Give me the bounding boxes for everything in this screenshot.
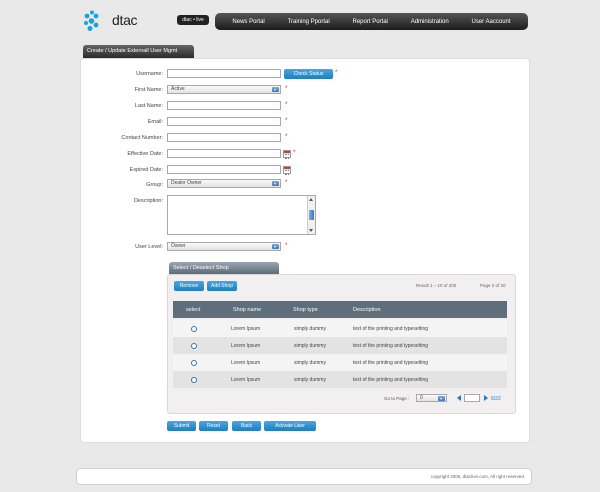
chevron-down-icon	[272, 87, 279, 92]
first-name-select[interactable]: Active	[167, 85, 281, 94]
shop-name-cell: Lorem Ipsum	[231, 360, 261, 366]
username-input[interactable]	[167, 69, 281, 78]
remove-button[interactable]: Remove	[174, 281, 204, 291]
email-label: Email:	[147, 119, 163, 125]
col-select: select	[186, 307, 201, 313]
description-scrollbar[interactable]	[307, 196, 315, 234]
expired-date-input[interactable]	[167, 165, 281, 174]
goto-page-label: Go to Page :	[384, 396, 410, 401]
first-name-label: First Name:	[134, 87, 163, 93]
prev-page-icon[interactable]	[457, 395, 461, 401]
required-mark: *	[285, 134, 288, 140]
submit-button[interactable]: Submit	[167, 421, 196, 431]
logo-text: dtac	[112, 12, 138, 28]
row-radio[interactable]	[191, 326, 197, 332]
back-button[interactable]: Back	[232, 421, 261, 431]
reset-button[interactable]: Reset	[199, 421, 228, 431]
group-value: Dealer Owner	[171, 180, 202, 186]
chevron-down-icon	[272, 181, 279, 186]
nav-news-portal[interactable]: News Portal	[232, 19, 264, 25]
shop-type-cell: simply dummy	[294, 326, 326, 332]
shop-name-cell: Lorem Ipsum	[231, 326, 261, 332]
description-cell: text of the printing and typesetting	[353, 360, 429, 366]
shop-name-cell: Lorem Ipsum	[231, 377, 261, 383]
nav-report-portal[interactable]: Report Portal	[353, 19, 388, 25]
shop-type-cell: simply dummy	[294, 360, 326, 366]
row-radio[interactable]	[191, 343, 197, 349]
shop-type-cell: simply dummy	[294, 377, 326, 383]
last-name-label: Last Name:	[134, 103, 163, 109]
page-indicator: Page 2 of 20	[480, 283, 506, 288]
check-status-button[interactable]: Check Status	[284, 69, 333, 79]
live-badge[interactable]: dtac • live	[177, 15, 209, 25]
goto-page-select[interactable]: 0	[416, 394, 447, 402]
table-row[interactable]: Lorem Ipsum simply dummy text of the pri…	[173, 320, 507, 337]
description-cell: text of the printing and typesetting	[353, 377, 429, 383]
description-cell: text of the printing and typesetting	[353, 326, 429, 332]
shop-section-title: Select / Deselect Shop	[169, 262, 279, 274]
result-count: Result 1 – 10 of 200	[416, 283, 457, 288]
username-label: Username:	[136, 71, 163, 77]
user-level-label: User Level:	[135, 244, 163, 250]
nav-user-account[interactable]: User Aaccount	[472, 19, 511, 25]
required-mark: *	[335, 70, 338, 76]
required-mark: *	[285, 86, 288, 92]
effective-date-input[interactable]	[167, 149, 281, 158]
calendar-icon[interactable]	[283, 150, 291, 159]
group-label: Group:	[146, 182, 163, 188]
user-level-value: Owner	[171, 243, 186, 249]
required-mark: *	[293, 150, 296, 156]
required-mark: *	[285, 180, 288, 186]
shop-type-cell: simply dummy	[294, 343, 326, 349]
row-radio[interactable]	[191, 360, 197, 366]
required-mark: *	[285, 102, 288, 108]
table-row[interactable]: Lorem Ipsum simply dummy text of the pri…	[173, 354, 507, 371]
goto-page-value: 0	[420, 395, 423, 401]
page-number-input[interactable]	[464, 394, 480, 402]
group-select[interactable]: Dealer Owner	[167, 179, 281, 188]
contact-number-input[interactable]	[167, 133, 281, 142]
page-title: Create / Update Externall User Mgmt	[83, 45, 194, 58]
copyright-text: copyright 2006, dtaclive.com, All right …	[430, 474, 525, 479]
description-cell: text of the printing and typesetting	[353, 343, 429, 349]
required-mark: *	[285, 243, 288, 249]
scroll-up-icon[interactable]	[309, 198, 313, 201]
table-row[interactable]: Lorem Ipsum simply dummy text of the pri…	[173, 371, 507, 388]
page-count: 6/22	[491, 396, 501, 402]
first-name-value: Active	[171, 86, 185, 92]
col-shop-name: Shop name	[233, 307, 262, 313]
add-shop-button[interactable]: Add Shop	[207, 281, 237, 291]
table-row[interactable]: Lorem Ipsum simply dummy text of the pri…	[173, 337, 507, 354]
chevron-down-icon	[272, 244, 279, 249]
table-header: select Shop name Shop type Description	[173, 301, 507, 318]
calendar-icon[interactable]	[283, 166, 291, 175]
row-radio[interactable]	[191, 377, 197, 383]
footer: copyright 2006, dtaclive.com, All right …	[76, 468, 532, 485]
nav-training-portal[interactable]: Training Pportal	[288, 19, 330, 25]
description-textarea[interactable]	[167, 195, 316, 235]
chevron-down-icon	[438, 396, 445, 401]
effective-date-label: Effective Date:	[127, 151, 163, 157]
dtac-logo-icon	[84, 10, 99, 31]
expired-date-label: Expired Date:	[129, 167, 163, 173]
shop-name-cell: Lorem Ipsum	[231, 343, 261, 349]
col-shop-type: Shop type	[293, 307, 318, 313]
description-label: Description:	[133, 198, 163, 204]
nav-administration[interactable]: Administration	[411, 19, 449, 25]
last-name-input[interactable]	[167, 101, 281, 110]
scroll-down-icon[interactable]	[309, 229, 313, 232]
activate-user-button[interactable]: Activate User	[264, 421, 316, 431]
main-nav: News Portal Training Pportal Report Port…	[215, 13, 528, 30]
user-level-select[interactable]: Owner	[167, 242, 281, 251]
next-page-icon[interactable]	[484, 395, 488, 401]
col-description: Description	[353, 307, 381, 313]
required-mark: *	[285, 118, 288, 124]
email-input[interactable]	[167, 117, 281, 126]
contact-number-label: Contact Number:	[121, 135, 163, 141]
scroll-thumb[interactable]	[309, 210, 314, 220]
